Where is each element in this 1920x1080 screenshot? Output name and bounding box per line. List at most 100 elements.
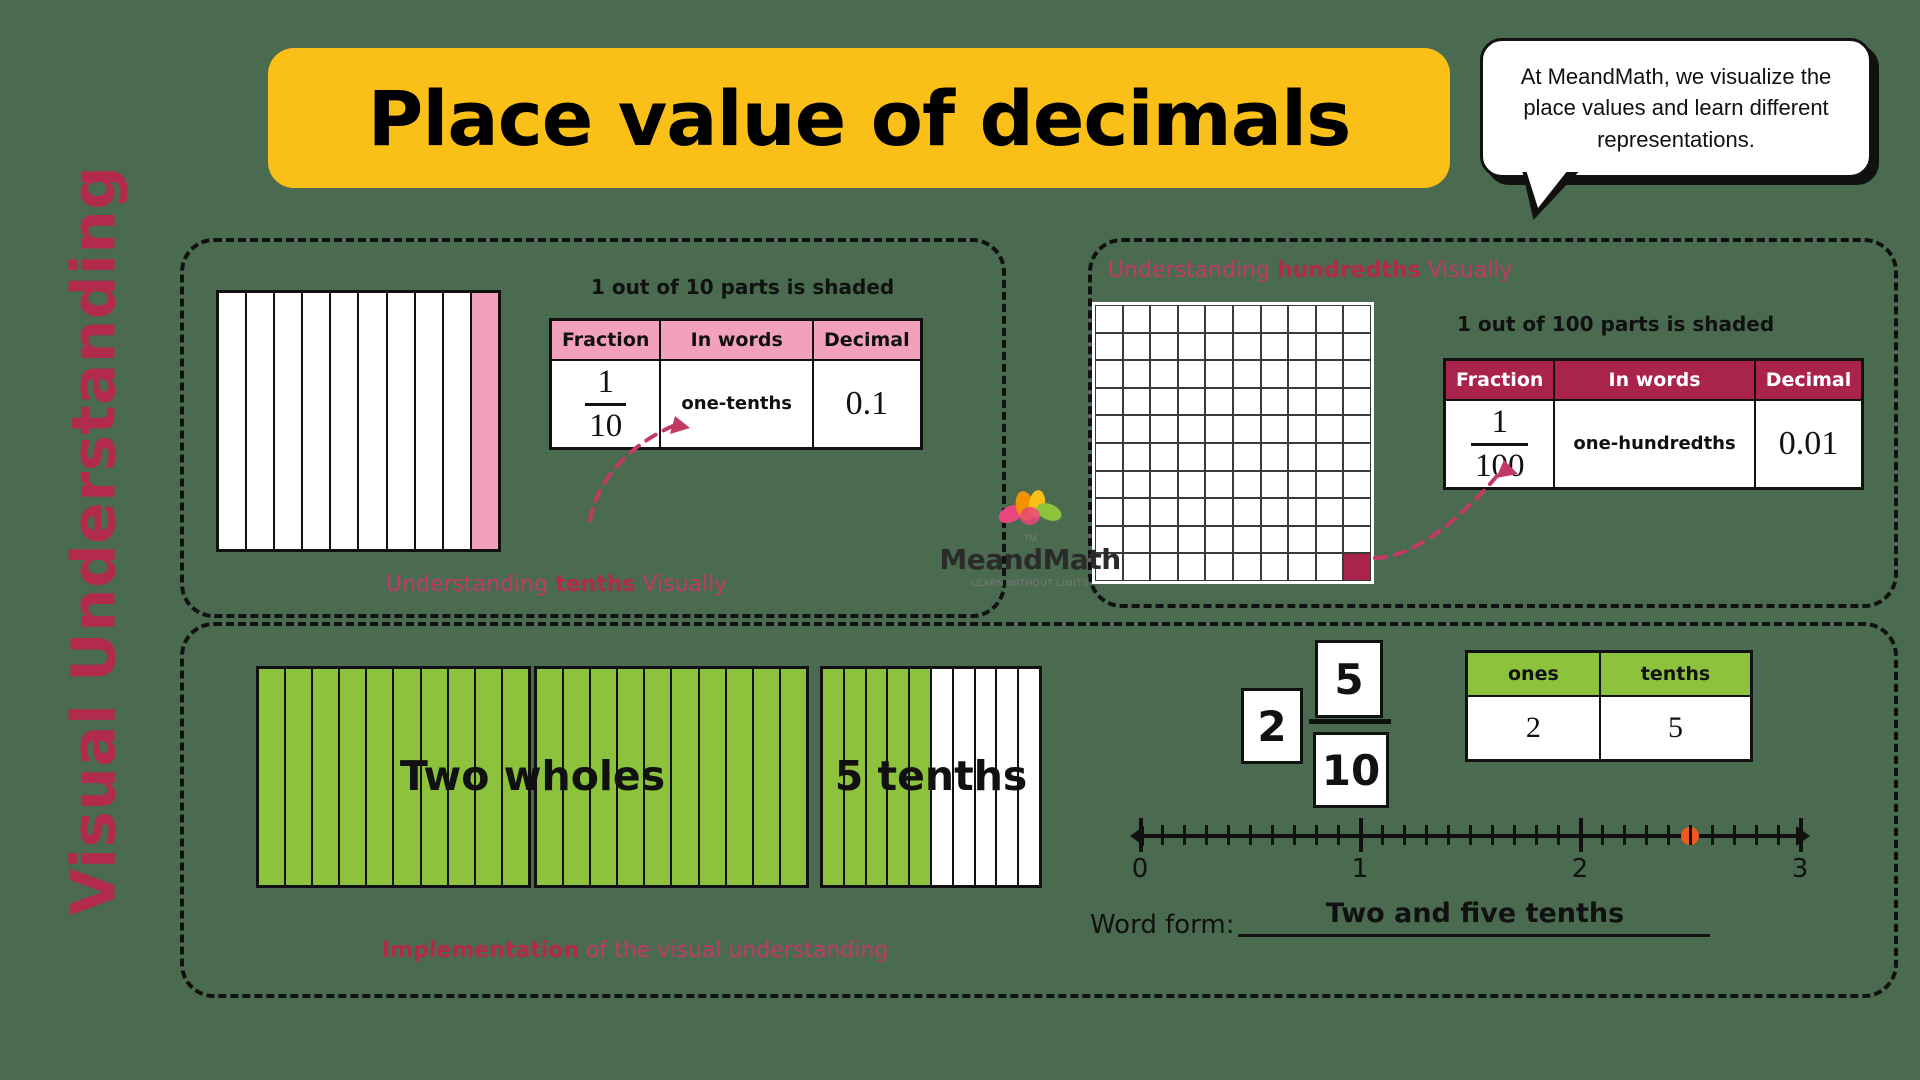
hundredths-cell: [1288, 332, 1316, 361]
number-line-minor-tick: [1446, 825, 1450, 845]
speech-bubble-text: At MeandMath, we visualize the place val…: [1520, 64, 1832, 152]
hundredths-cell: [1343, 305, 1371, 333]
number-line-minor-tick: [1622, 825, 1626, 845]
hundredths-cell: [1150, 360, 1178, 388]
hundredths-cell: [1343, 415, 1371, 443]
page-title: Place value of decimals: [367, 73, 1352, 163]
number-line-minor-tick: [1160, 825, 1164, 845]
hundredths-cell: [1177, 470, 1206, 499]
hundredths-cell: [1150, 498, 1178, 526]
hundredths-cell: [1260, 332, 1289, 361]
tenths-header-inwords: In words: [659, 318, 815, 361]
tenths-shaded-caption: 1 out of 10 parts is shaded: [591, 275, 895, 299]
number-line-label: 2: [1571, 854, 1589, 884]
number-line-major-tick: [1578, 818, 1583, 852]
tenths-caption-bold: tenths: [555, 572, 636, 597]
five-tenths-label: 5 tenths: [834, 752, 1028, 800]
hundredths-cell: [1177, 498, 1206, 526]
tenths-cell-shaded: [471, 293, 498, 549]
infographic-canvas: Visual Understanding Place value of deci…: [0, 0, 1920, 1080]
hundredths-cell: [1095, 332, 1123, 361]
hundredths-cell: [1150, 553, 1178, 581]
number-line-minor-tick: [1776, 825, 1780, 845]
number-line-minor-tick: [1336, 825, 1340, 845]
tenths-words: one-tenths: [681, 392, 793, 414]
hundredths-cell-shaded: [1343, 553, 1371, 581]
vertical-title-text: Visual Understanding: [58, 165, 130, 915]
number-line-minor-tick: [1688, 825, 1692, 845]
tenths-caption-suffix: Visually: [635, 572, 728, 597]
hundredths-cell: [1260, 360, 1289, 388]
hundredths-cell: [1260, 387, 1289, 416]
hundredths-cell: [1260, 305, 1289, 333]
tenths-decimal: 0.1: [845, 385, 889, 423]
hundredths-words: one-hundredths: [1573, 432, 1736, 454]
sidebar-vertical-title: Visual Understanding: [34, 0, 154, 1080]
hundredths-cell: [1288, 387, 1316, 416]
hundredths-decimal: 0.01: [1778, 425, 1839, 463]
hundredths-table: Fraction In words Decimal 1 100 one-hund…: [1443, 358, 1865, 491]
number-line-label: 0: [1131, 854, 1149, 884]
hundredths-header-fraction: Fraction: [1443, 358, 1556, 401]
hundredths-cell: [1233, 498, 1261, 526]
two-wholes-label: Two wholes: [399, 752, 666, 800]
hundredths-cell: [1260, 415, 1289, 443]
hundredths-grid-model: [1092, 302, 1374, 584]
hundredths-cell: [1233, 553, 1261, 581]
number-line-minor-tick: [1512, 825, 1516, 845]
number-line-minor-tick: [1468, 825, 1472, 845]
hundredths-cell: [1205, 387, 1233, 416]
brand-tagline: LEARN WITHOUT LIMITS: [971, 578, 1089, 588]
number-line-minor-tick: [1314, 825, 1318, 845]
hundredths-cell: [1288, 525, 1316, 554]
hundredths-cell: [1343, 525, 1371, 554]
number-line-label: 1: [1351, 854, 1369, 884]
hundredths-cell: [1205, 332, 1233, 361]
hundredths-cell: [1260, 525, 1289, 554]
implementation-panel-caption: Implementation of the visual understandi…: [382, 938, 888, 963]
tenths-cell: [415, 293, 444, 549]
number-line-major-tick: [1138, 818, 1143, 852]
word-form-underline: [1238, 934, 1710, 937]
mixed-number-whole: 2: [1241, 688, 1303, 764]
number-line-label: 3: [1791, 854, 1809, 884]
mixed-number-numerator: 5: [1315, 640, 1383, 718]
hundredths-cell-fraction: 1 100: [1443, 399, 1556, 490]
number-line-minor-tick: [1248, 825, 1252, 845]
hundredths-cell: [1233, 443, 1261, 471]
place-value-cell-ones: 2: [1465, 695, 1601, 762]
number-line-minor-tick: [1556, 825, 1560, 845]
hundredths-cell: [1233, 470, 1261, 499]
hundredths-cell: [1205, 360, 1233, 388]
hundredths-cell: [1260, 443, 1289, 471]
hundredths-cell: [1233, 360, 1261, 388]
hundredths-cell: [1205, 553, 1233, 581]
word-form-label: Word form:: [1090, 910, 1235, 940]
number-line-minor-tick: [1226, 825, 1230, 845]
hundredths-cell: [1343, 387, 1371, 416]
tenths-cell: [219, 293, 248, 549]
hundredths-cell: [1233, 415, 1261, 443]
fraction-denominator: 100: [1474, 447, 1525, 484]
hundredths-cell: [1122, 305, 1151, 333]
fraction-bar: [585, 402, 627, 406]
fraction-one-tenth: 1 10: [579, 365, 632, 443]
hundredths-cell: [1233, 525, 1261, 554]
hundredths-cell: [1122, 360, 1151, 388]
implementation-caption-rest: of the visual understanding: [579, 938, 889, 963]
hundredths-caption-prefix: Understanding: [1108, 258, 1278, 283]
hundredths-cell: [1315, 443, 1344, 471]
hundredths-cell: [1205, 305, 1233, 333]
hundredths-cell: [1205, 525, 1233, 554]
number-line-minor-tick: [1666, 825, 1670, 845]
hundredths-cell-inwords: one-hundredths: [1553, 399, 1756, 490]
table-header-row: Fraction In words Decimal: [1443, 358, 1864, 401]
hundredths-cell: [1315, 305, 1344, 333]
hundredths-cell: [1288, 470, 1316, 499]
mixed-number-denominator: 10: [1313, 732, 1389, 808]
hundredths-cell: [1150, 415, 1178, 443]
hundredths-cell: [1150, 305, 1178, 333]
number-line-minor-tick: [1534, 825, 1538, 845]
hundredths-cell: [1122, 332, 1151, 361]
hundredths-cell: [1233, 305, 1261, 333]
